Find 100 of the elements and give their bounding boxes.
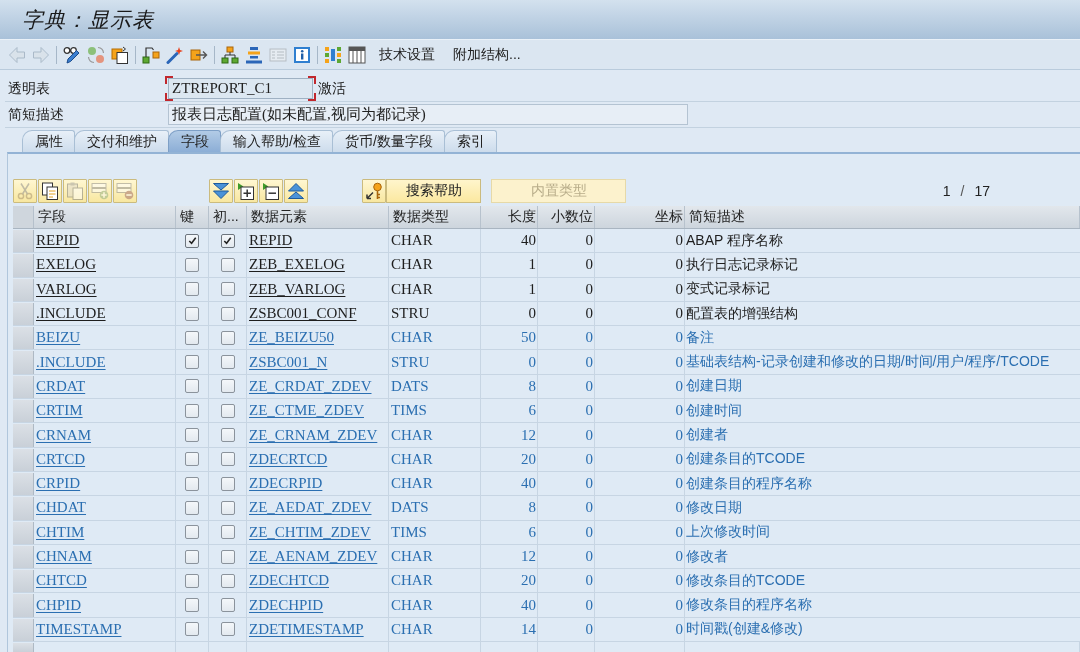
checkbox[interactable] (220, 452, 235, 467)
checkbox[interactable] (185, 476, 199, 491)
data-element-link[interactable]: ZDECRPID (249, 475, 323, 493)
column-header[interactable]: 数据类型 (389, 206, 481, 228)
data-element-link[interactable]: ZSBC001_CONF (249, 305, 357, 323)
column-header[interactable]: 长度 (481, 206, 538, 228)
field-name-link[interactable]: BEIZU (36, 329, 81, 347)
checkbox[interactable] (220, 549, 235, 564)
toolbar-button[interactable]: 附加结构... (453, 45, 521, 64)
row-selector[interactable] (13, 302, 34, 326)
checkbox[interactable] (185, 598, 199, 613)
field-name-link[interactable]: CHDAT (36, 499, 86, 517)
checkbox[interactable] (185, 452, 199, 467)
expand-button[interactable] (234, 179, 258, 203)
tab[interactable]: 输入帮助/检查 (220, 130, 333, 152)
checkbox[interactable] (220, 500, 235, 515)
checkbox[interactable] (185, 549, 199, 564)
checkbox[interactable] (185, 428, 199, 442)
checkbox[interactable] (220, 306, 235, 321)
checkbox[interactable] (220, 476, 235, 491)
row-selector[interactable] (13, 594, 34, 617)
magic-wand-icon[interactable] (166, 45, 184, 64)
data-element-link[interactable]: ZE_AENAM_ZDEV (249, 548, 378, 565)
hierarchy-icon[interactable] (221, 45, 239, 64)
tab[interactable]: 交付和维护 (74, 130, 169, 152)
row-selector[interactable] (13, 375, 34, 399)
checkbox[interactable] (185, 573, 199, 588)
row-selector[interactable] (13, 424, 34, 447)
field-name-link[interactable]: CRNAM (36, 426, 91, 444)
field-name-link[interactable]: CRTIM (36, 402, 83, 420)
squares-arrow-icon[interactable] (142, 45, 160, 64)
checkbox[interactable] (185, 257, 199, 272)
field-name-link[interactable]: CHTIM (36, 523, 85, 541)
toolbar-button[interactable]: 技术设置 (379, 45, 435, 64)
row-selector[interactable] (13, 545, 34, 569)
row-selector[interactable] (13, 278, 34, 301)
glasses-pencil-icon[interactable] (63, 45, 81, 64)
field-name-link[interactable]: CHPID (36, 596, 81, 614)
key-button[interactable] (362, 179, 386, 203)
data-element-link[interactable]: ZE_BEIZU50 (249, 329, 334, 347)
field-name-link[interactable]: VARLOG (36, 280, 97, 298)
checkbox[interactable] (220, 403, 235, 418)
checkbox[interactable] (185, 330, 199, 345)
tab[interactable]: 索引 (443, 130, 497, 152)
field-name-link[interactable]: .INCLUDE (36, 305, 106, 323)
tiles-icon[interactable] (324, 45, 342, 64)
tab[interactable]: 字段 (168, 130, 221, 152)
field-name-link[interactable]: CHTCD (36, 572, 87, 590)
row-selector[interactable] (13, 254, 34, 277)
toolbar-button[interactable]: 搜索帮助 (386, 179, 481, 203)
checkbox[interactable] (185, 500, 199, 515)
field-name-link[interactable]: CRPID (36, 475, 81, 493)
data-element-link[interactable]: ZE_CHTIM_ZDEV (249, 523, 371, 541)
checkbox[interactable] (220, 428, 235, 442)
row-selector[interactable] (13, 400, 34, 423)
checkbox[interactable] (220, 598, 235, 613)
data-element-link[interactable]: ZE_CRNAM_ZDEV (249, 426, 378, 444)
checkbox[interactable] (185, 379, 199, 394)
row-selector[interactable] (13, 230, 34, 253)
checkbox[interactable] (185, 306, 199, 321)
checkbox[interactable] (220, 379, 235, 394)
field-name-link[interactable]: CRTCD (36, 450, 86, 468)
data-element-link[interactable]: ZDECHPID (249, 596, 324, 614)
checkbox[interactable] (220, 622, 235, 637)
row-selector[interactable] (13, 618, 34, 642)
row-selector[interactable] (13, 351, 34, 374)
checkbox[interactable] (185, 355, 199, 370)
data-element-link[interactable]: ZE_CTME_ZDEV (249, 402, 364, 420)
row-selector[interactable] (13, 497, 34, 520)
copy-button[interactable] (38, 179, 62, 203)
row-selector[interactable] (13, 570, 34, 593)
checkbox[interactable] (220, 282, 235, 297)
column-header[interactable]: 键 (176, 206, 209, 228)
field-name-link[interactable]: .INCLUDE (36, 353, 106, 371)
checkbox[interactable] (185, 403, 199, 418)
data-element-link[interactable]: ZEB_EXELOG (249, 256, 345, 274)
data-element-link[interactable]: ZE_AEDAT_ZDEV (249, 499, 372, 517)
tab[interactable]: 货币/数量字段 (331, 130, 445, 152)
field-name-link[interactable]: TIMESTAMP (36, 620, 122, 638)
checkbox[interactable] (220, 525, 235, 540)
column-header[interactable]: 初... (209, 206, 247, 228)
checkbox[interactable] (185, 525, 199, 540)
row-selector[interactable] (13, 472, 34, 496)
checkbox[interactable] (220, 257, 235, 272)
column-header[interactable]: 数据元素 (247, 206, 389, 228)
field-name-link[interactable]: REPID (36, 232, 80, 250)
expand-all-button[interactable] (209, 179, 233, 203)
collapse-all-button[interactable] (284, 179, 308, 203)
data-element-link[interactable]: ZDECHTCD (249, 572, 329, 590)
field-name-link[interactable]: CRDAT (36, 377, 86, 395)
documents-icon[interactable] (111, 45, 129, 64)
column-header[interactable]: 小数位 (538, 206, 595, 228)
field-name-link[interactable]: EXELOG (36, 256, 96, 274)
checkbox[interactable] (185, 622, 199, 637)
data-element-link[interactable]: REPID (249, 232, 293, 250)
column-header[interactable]: 字段 (34, 206, 176, 228)
data-element-link[interactable]: ZSBC001_N (249, 353, 328, 371)
input-field[interactable]: 报表日志配置(如未配置,视同为都记录) (165, 102, 691, 127)
data-element-link[interactable]: ZE_CRDAT_ZDEV (249, 377, 372, 395)
data-element-link[interactable]: ZDECRTCD (249, 450, 328, 468)
